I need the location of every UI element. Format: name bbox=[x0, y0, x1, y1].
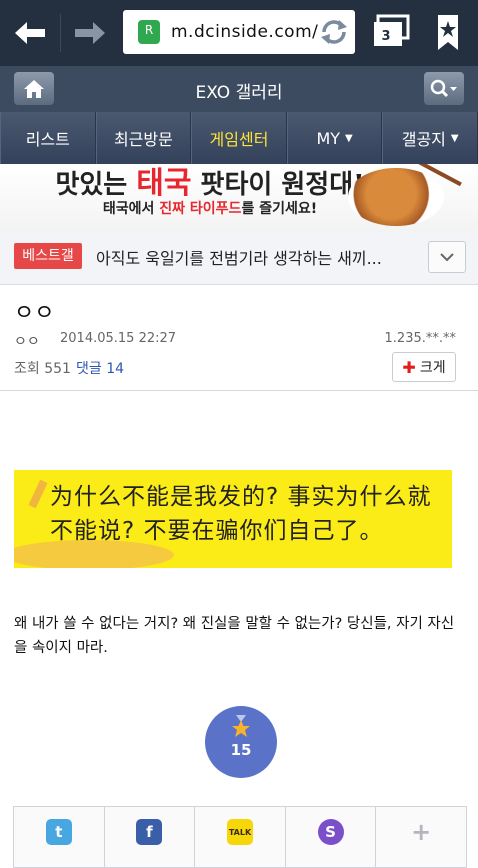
share-kakaostory-button[interactable]: S bbox=[286, 807, 377, 867]
menu-item-my[interactable]: MY ▼ bbox=[286, 112, 383, 164]
post-comments-link[interactable]: 댓글 14 bbox=[76, 358, 124, 378]
share-bar: t f TALK S + bbox=[13, 806, 467, 868]
post-date: 2014.05.15 22:27 bbox=[60, 331, 177, 346]
banner-sub-suffix: 를 즐기세요! bbox=[241, 201, 318, 217]
menu-item-game-center[interactable]: 게임센터 bbox=[191, 112, 287, 164]
plus-icon: ✚ bbox=[402, 357, 416, 377]
browser-toolbar: R m.dcinside.com/ 3 bbox=[0, 0, 478, 66]
forward-arrow-icon bbox=[75, 22, 105, 44]
post-image-text: 为什么不能是我发的? 事实为什么就不能说? 不要在骗你们自己了。 bbox=[50, 484, 432, 544]
caret-down-icon: ▼ bbox=[450, 132, 459, 144]
best-gallery-bar: 베스트갤 아직도 욱일기를 전범기라 생각하는 새끼... bbox=[0, 232, 478, 285]
image-stroke-decoration bbox=[28, 479, 48, 509]
banner-sub-prefix: 태국에서 bbox=[102, 201, 160, 217]
menu-item-notice[interactable]: 갤공지 ▼ bbox=[382, 112, 478, 164]
url-text: m.dcinside.com/ bbox=[171, 22, 319, 42]
kakaotalk-icon: TALK bbox=[226, 819, 253, 845]
menu-label: MY bbox=[316, 128, 341, 148]
recommend-count: 15 bbox=[230, 741, 252, 759]
share-more-button[interactable]: + bbox=[376, 807, 466, 867]
noodle-dish-image bbox=[348, 168, 444, 226]
recommend-button[interactable]: 15 bbox=[205, 706, 277, 778]
search-button[interactable] bbox=[424, 72, 464, 105]
share-twitter-button[interactable]: t bbox=[14, 807, 105, 867]
best-gallery-badge: 베스트갤 bbox=[14, 243, 82, 269]
menu-label: 게임센터 bbox=[209, 130, 269, 149]
post-body: 왜 내가 쓸 수 없다는 거지? 왜 진실을 말할 수 없는가? 당신들, 자기… bbox=[14, 616, 455, 656]
facebook-icon: f bbox=[136, 819, 163, 845]
post-ip: 1.235.**.** bbox=[384, 331, 456, 346]
post-views: 조회 551 bbox=[14, 361, 71, 377]
post-title: ㅇㅇ bbox=[14, 301, 55, 326]
post-author[interactable]: ㅇㅇ bbox=[14, 331, 40, 351]
best-gallery-link[interactable]: 아직도 욱일기를 전범기라 생각하는 새끼... bbox=[96, 245, 382, 269]
gallery-title: EXO 갤러리 bbox=[195, 83, 283, 103]
enlarge-label: 크게 bbox=[419, 360, 446, 376]
search-icon bbox=[430, 79, 457, 97]
site-favicon-icon: R bbox=[138, 20, 160, 44]
best-expand-button[interactable] bbox=[428, 241, 466, 273]
tab-count: 3 bbox=[381, 29, 391, 44]
banner-headline-highlight: 태국 bbox=[136, 166, 192, 201]
forward-button[interactable] bbox=[60, 0, 120, 66]
medal-star-icon bbox=[232, 715, 250, 737]
menu-label: 최근방문 bbox=[113, 130, 173, 149]
enlarge-text-button[interactable]: ✚ 크게 bbox=[392, 352, 456, 382]
bookmark-button[interactable] bbox=[425, 10, 471, 56]
share-kakaotalk-button[interactable]: TALK bbox=[195, 807, 286, 867]
tabs-button[interactable]: 3 bbox=[370, 10, 416, 56]
chevron-down-icon bbox=[440, 252, 454, 261]
back-arrow-icon bbox=[15, 22, 45, 44]
more-icon: + bbox=[411, 818, 432, 846]
menu-label: 갤공지 bbox=[401, 130, 446, 149]
menu-item-list[interactable]: 리스트 bbox=[0, 112, 96, 164]
banner-headline-prefix: 맛있는 bbox=[55, 170, 137, 200]
menu-item-recent[interactable]: 최근방문 bbox=[95, 112, 192, 164]
kakaostory-icon: S bbox=[317, 819, 344, 845]
banner-headline-suffix: 팟타이 원정대! bbox=[191, 170, 365, 200]
twitter-icon: t bbox=[45, 819, 72, 845]
gallery-header: EXO 갤러리 bbox=[0, 66, 478, 112]
address-bar[interactable]: R m.dcinside.com/ bbox=[123, 10, 355, 54]
refresh-icon[interactable] bbox=[318, 17, 350, 47]
bookmark-star-icon bbox=[438, 15, 458, 50]
banner-sub-highlight: 진짜 타이푸드 bbox=[159, 201, 242, 217]
caret-down-icon: ▼ bbox=[345, 132, 353, 144]
divider bbox=[0, 390, 478, 391]
menu-label: 리스트 bbox=[25, 130, 70, 149]
gallery-menu: 리스트 최근방문 게임센터 MY ▼ 갤공지 ▼ bbox=[0, 112, 478, 164]
post-image[interactable]: 为什么不能是我发的? 事实为什么就不能说? 不要在骗你们自己了。 bbox=[14, 470, 452, 568]
back-button[interactable] bbox=[0, 0, 60, 66]
share-facebook-button[interactable]: f bbox=[105, 807, 196, 867]
ad-banner[interactable]: 맛있는 태국 팟타이 원정대! 태국에서 진짜 타이푸드를 즐기세요! bbox=[0, 164, 478, 232]
